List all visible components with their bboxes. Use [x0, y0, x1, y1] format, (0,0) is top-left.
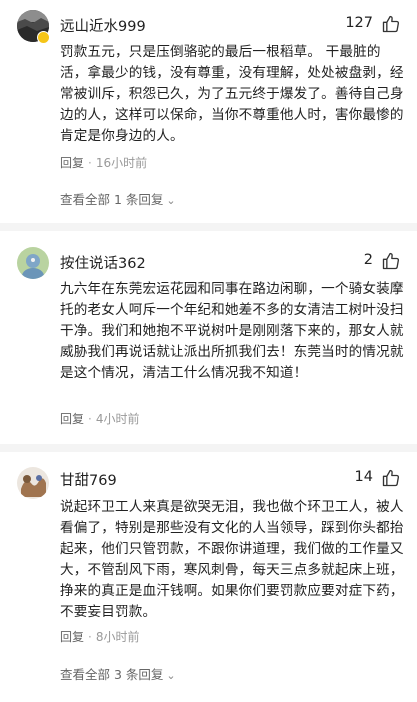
thumbs-up-icon[interactable]	[381, 14, 401, 34]
reply-button[interactable]: 回复	[60, 412, 84, 426]
timestamp: 16小时前	[95, 156, 148, 170]
user-avatar-icon[interactable]	[17, 247, 49, 279]
section-divider	[0, 444, 417, 452]
comment-text: 九六年在东莞宏运花园和同事在路边闲聊，一个骑女装摩托的老女人呵斥一个年纪和她差不…	[60, 281, 404, 381]
like-count: 14	[354, 469, 373, 485]
timestamp: 4小时前	[95, 412, 140, 426]
comment-meta: 回复 · 8小时前	[60, 628, 139, 645]
comment-text: 说起环卫工人来真是欲哭无泪，我也做个环卫工人，被人看偏了，特别是那些没有文化的人…	[60, 499, 404, 620]
comment-text: 罚款五元，只是压倒骆驼的最后一根稻草。 干最脏的活，拿最少的钱，没有尊重，没有理…	[60, 44, 404, 144]
comment-meta: 回复 · 4小时前	[60, 410, 139, 427]
username[interactable]: 按住说话362	[60, 252, 146, 273]
section-divider	[0, 223, 417, 231]
verified-badge-icon	[37, 31, 50, 44]
timestamp: 8小时前	[95, 630, 140, 644]
reply-button[interactable]: 回复	[60, 630, 84, 644]
comment-meta: 回复 · 16小时前	[60, 154, 147, 171]
thumbs-up-icon[interactable]	[381, 468, 401, 488]
user-avatar-icon[interactable]	[17, 467, 49, 499]
thumbs-up-icon[interactable]	[381, 251, 401, 271]
view-all-replies-link[interactable]: 查看全部 1 条回复 ⌄	[60, 189, 176, 208]
chevron-down-icon: ⌄	[166, 194, 176, 207]
separator-dot: ·	[88, 412, 92, 426]
view-all-label: 查看全部 3 条回复	[60, 667, 164, 682]
reply-button[interactable]: 回复	[60, 156, 84, 170]
separator-dot: ·	[88, 630, 92, 644]
like-count: 127	[345, 15, 373, 31]
chevron-down-icon: ⌄	[166, 669, 176, 682]
view-all-replies-link[interactable]: 查看全部 3 条回复 ⌄	[60, 664, 176, 683]
username[interactable]: 远山近水999	[60, 15, 146, 36]
like-count: 2	[363, 252, 373, 268]
username[interactable]: 甘甜769	[60, 469, 117, 490]
view-all-label: 查看全部 1 条回复	[60, 192, 164, 207]
separator-dot: ·	[88, 156, 92, 170]
